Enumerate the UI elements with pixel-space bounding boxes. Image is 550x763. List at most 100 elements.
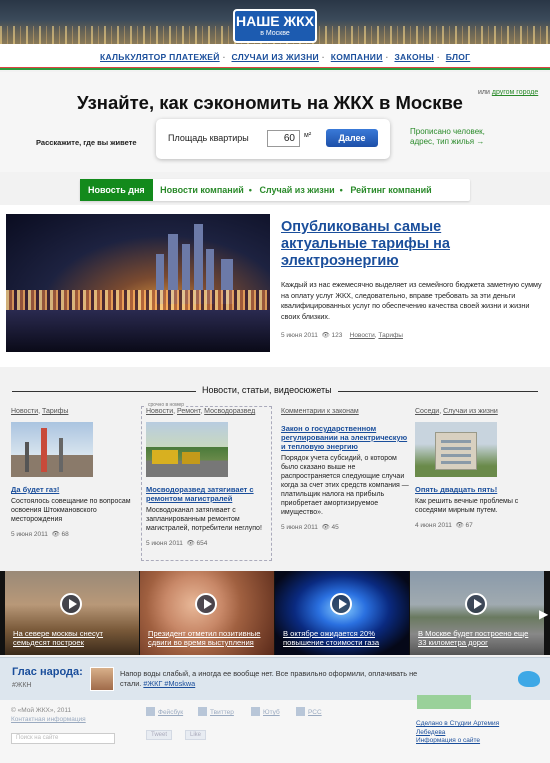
- section-header: Новости, статьи, видеосюжеты: [12, 385, 538, 397]
- eye-icon: 👁: [186, 540, 195, 547]
- news-item: Новости, Ремонт, Мосводоразвед Мосводора…: [146, 408, 276, 558]
- other-city: или другом городе: [478, 89, 539, 96]
- video-item[interactable]: На севере москвы снесут семьдесят постро…: [5, 571, 139, 655]
- next-button[interactable]: Далее: [326, 129, 378, 147]
- news-categories: Комментарии к законам: [281, 408, 359, 415]
- news-thumbnail[interactable]: [11, 422, 93, 477]
- eye-icon: 👁: [321, 332, 330, 339]
- news-desc: Порядок учета субсидий, о котором было с…: [281, 455, 409, 516]
- twitter-icon: [198, 707, 207, 716]
- video-caption[interactable]: Президент отметил позитивные сдвиги во в…: [148, 629, 266, 647]
- nav-divider: [0, 68, 550, 70]
- area-unit: м²: [304, 132, 312, 139]
- play-icon[interactable]: [195, 593, 217, 615]
- facebook-link[interactable]: Фейсбук: [146, 707, 183, 716]
- news-meta: 5 июня 2011 👁 654: [146, 540, 208, 547]
- avatar[interactable]: [90, 667, 114, 691]
- news-desc: Мосводоканал затягивает с запланированны…: [146, 507, 262, 532]
- youtube-icon: [251, 707, 260, 716]
- tab-news-of-day[interactable]: Новость дня: [80, 179, 153, 201]
- news-thumbnail[interactable]: [146, 422, 228, 477]
- news-title[interactable]: Да будет газ!: [11, 485, 141, 494]
- nav-item-companies[interactable]: КОМПАНИИ: [331, 52, 383, 62]
- news-item: Комментарии к законам Закон о государств…: [281, 408, 411, 558]
- video-caption[interactable]: На севере москвы снесут семьдесят постро…: [13, 629, 131, 647]
- rss-icon: [296, 707, 305, 716]
- news-thumbnail[interactable]: [415, 422, 497, 477]
- logo-title: НАШЕ ЖКХ: [235, 13, 315, 29]
- view-count: 123: [331, 332, 343, 339]
- twitter-bird-icon[interactable]: [518, 671, 540, 687]
- tweet-button[interactable]: Tweet: [146, 730, 173, 740]
- area-input[interactable]: 60: [267, 130, 300, 147]
- main-article-image[interactable]: [6, 214, 270, 352]
- section-title: Новости, статьи, видеосюжеты: [196, 385, 338, 395]
- calculator-title: Узнайте, как сэкономить на ЖКХ в Москве: [77, 92, 463, 113]
- tag-tariffs[interactable]: Тарифы: [378, 332, 403, 339]
- news-title[interactable]: Мосводоразвед затягивает с ремонтом маги…: [146, 485, 276, 503]
- article-date: 5 июня 2011: [281, 332, 318, 339]
- eye-icon: 👁: [51, 531, 60, 538]
- nav-item-calculator[interactable]: КАЛЬКУЛЯТОР ПЛАТЕЖЕЙ: [100, 52, 220, 62]
- header-banner: НАШЕ ЖКХ в Москве: [0, 0, 550, 44]
- news-meta: 5 июня 2011 👁 45: [281, 524, 339, 531]
- nav-item-blog[interactable]: БЛОГ: [446, 52, 471, 62]
- video-item[interactable]: В октябре ожидается 20% повышение стоимо…: [275, 571, 409, 655]
- video-caption[interactable]: В октябре ожидается 20% повышение стоимо…: [283, 629, 401, 647]
- play-icon[interactable]: [60, 593, 82, 615]
- site-info-link[interactable]: Информация о сайте: [416, 737, 480, 744]
- tab-company-rating[interactable]: Рейтинг компаний: [345, 179, 436, 201]
- main-article-title[interactable]: Опубликованы самые актуальные тарифы на …: [281, 219, 471, 270]
- twitter-link[interactable]: Твиттер: [198, 707, 234, 716]
- copyright: © «Мой ЖКХ», 2011 Контактная информация: [11, 707, 86, 723]
- nav-item-laws[interactable]: ЗАКОНЫ: [394, 52, 434, 62]
- studio-link[interactable]: Сделано в Студии Артемия Лебедева: [416, 720, 499, 736]
- main-nav: КАЛЬКУЛЯТОР ПЛАТЕЖЕЙ · СЛУЧАИ ИЗ ЖИЗНИ · К…: [0, 44, 550, 70]
- other-city-link[interactable]: другом городе: [492, 89, 538, 96]
- video-item[interactable]: В Москве будет построено еще 33 километр…: [410, 571, 544, 655]
- rss-link[interactable]: РСС: [296, 707, 322, 716]
- registered-link[interactable]: Прописано человек, адрес, тип жилья →: [410, 127, 490, 147]
- counter-badge[interactable]: [417, 695, 471, 709]
- news-title[interactable]: Опять двадцать пять!: [415, 485, 545, 494]
- search-input[interactable]: Поиск на сайте: [11, 733, 115, 744]
- play-icon[interactable]: [330, 593, 352, 615]
- calculator-box: Площадь квартиры 60 м² Далее: [156, 119, 390, 159]
- main-article-meta: 5 июня 2011 👁 123 Новости, Тарифы: [281, 332, 403, 339]
- voice-of-people: Глас народа: #ЖКН Напор воды слабый, а и…: [0, 657, 550, 700]
- contact-link[interactable]: Контактная информация: [11, 716, 86, 723]
- nav-item-cases[interactable]: СЛУЧАИ ИЗ ЖИЗНИ: [232, 52, 319, 62]
- video-caption[interactable]: В Москве будет построено еще 33 километр…: [418, 629, 536, 647]
- news-item: Соседи, Случаи из жизни Опять двадцать п…: [415, 408, 545, 558]
- message-hashtags[interactable]: #ЖКГ #Moskwa: [143, 679, 195, 688]
- news-categories: Новости, Тарифы: [11, 408, 69, 415]
- tab-company-news[interactable]: Новости компаний: [155, 179, 249, 201]
- main-article-text: Каждый из нас ежемесячно выделяет из сем…: [281, 280, 542, 321]
- news-categories: Новости, Ремонт, Мосводоразвед: [146, 408, 256, 415]
- video-strip: На севере москвы снесут семьдесят постро…: [0, 571, 550, 655]
- news-tabs: Новость дня Новости компаний • Случай из …: [80, 179, 470, 201]
- voice-title: Глас народа:: [12, 666, 83, 678]
- facebook-icon: [146, 707, 155, 716]
- eye-icon: 👁: [321, 524, 330, 531]
- news-meta: 4 июня 2011 👁 67: [415, 522, 473, 529]
- eye-icon: 👁: [455, 522, 464, 529]
- tab-life-case[interactable]: Случай из жизни: [254, 179, 339, 201]
- voice-message: Напор воды слабый, а иногда ее вообще не…: [120, 669, 418, 688]
- voice-hashtag[interactable]: #ЖКН: [12, 682, 32, 689]
- site-logo[interactable]: НАШЕ ЖКХ в Москве: [233, 9, 317, 43]
- next-arrow-icon[interactable]: ▶: [539, 607, 550, 621]
- calculator-section: Узнайте, как сэкономить на ЖКХ в Москве …: [0, 72, 550, 172]
- news-categories: Соседи, Случаи из жизни: [415, 408, 498, 415]
- play-icon[interactable]: [465, 593, 487, 615]
- like-button[interactable]: Like: [185, 730, 207, 740]
- youtube-link[interactable]: Ютуб: [251, 707, 280, 716]
- news-title[interactable]: Закон о государственном регулировании на…: [281, 424, 411, 451]
- logo-subtitle: в Москве: [260, 30, 290, 37]
- news-item: Новости, Тарифы Да будет газ! Состоялось…: [11, 408, 141, 558]
- main-article: Опубликованы самые актуальные тарифы на …: [0, 205, 550, 367]
- video-item[interactable]: Президент отметил позитивные сдвиги во в…: [140, 571, 274, 655]
- news-desc: Состоялось совещание по вопросам освоени…: [11, 498, 131, 523]
- tag-news[interactable]: Новости: [350, 332, 375, 339]
- news-meta: 5 июня 2011 👁 68: [11, 531, 69, 538]
